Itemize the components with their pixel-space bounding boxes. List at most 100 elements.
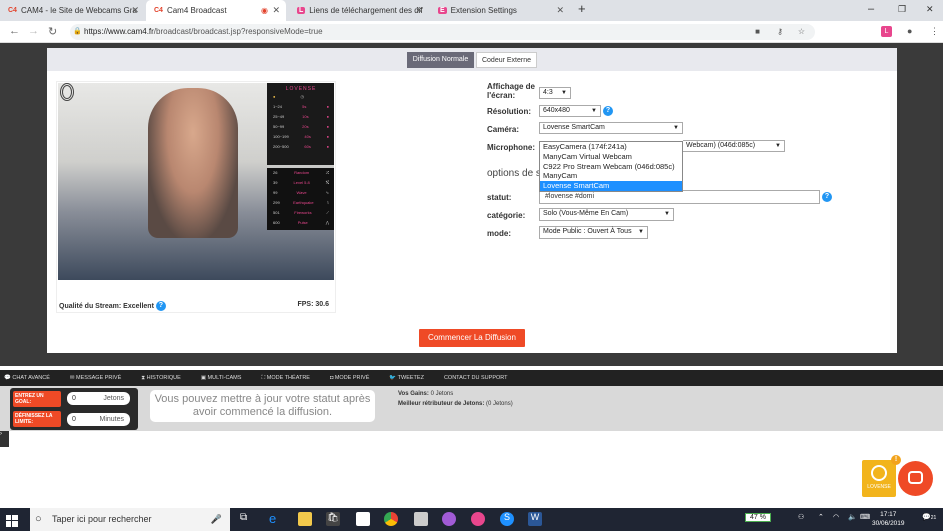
volume-icon[interactable]: 🔈 xyxy=(848,513,857,521)
category-select[interactable]: Solo (Vous-Même En Cam) ▼ xyxy=(539,208,674,221)
lovense-level-row: 100~199 40s ● xyxy=(273,134,329,139)
toolbar-mode-theatre[interactable]: ⛶ MODE THÉATRE xyxy=(261,375,320,382)
skype-icon[interactable]: S xyxy=(500,512,514,526)
edge-icon[interactable]: e xyxy=(269,511,283,526)
chrome-icon[interactable] xyxy=(384,512,398,526)
lovense-app-icon[interactable] xyxy=(471,512,485,526)
camera-dropdown-list[interactable]: EasyCamera (174f:241a) ManyCam Virtual W… xyxy=(539,141,683,192)
camera-option[interactable]: ManyCam Virtual Webcam xyxy=(540,152,682,162)
menu-dots-icon[interactable]: ⋮ xyxy=(930,26,939,37)
app-purple-icon[interactable] xyxy=(442,512,456,526)
toolbar-chat-avance[interactable]: 💬 CHAT AVANCÉ xyxy=(4,375,60,381)
restore-button[interactable]: ❐ xyxy=(898,4,906,15)
url-field[interactable]: 🔒 https://www.cam4.fr/broadcast/broadcas… xyxy=(70,24,815,40)
mode-select[interactable]: Mode Public : Ouvert À Tous ▼ xyxy=(539,226,648,239)
close-tab-icon[interactable]: ✕ xyxy=(556,5,564,16)
status-input[interactable]: #lovense #domi xyxy=(539,190,820,204)
camera-select[interactable]: Lovense SmartCam ▼ xyxy=(539,122,683,134)
gains-info: Vos Gains: 0 Jetons Meilleur rétributeur… xyxy=(398,391,513,407)
close-tab-icon[interactable]: ✕ xyxy=(272,5,280,16)
wifi-icon[interactable]: ◠ xyxy=(833,513,839,521)
url-path: /broadcast/broadcast.jsp?responsiveMode=… xyxy=(153,27,323,36)
camera-option-selected[interactable]: Lovense SmartCam xyxy=(540,181,682,191)
tab-liens[interactable]: L Liens de téléchargement des dif ✕ xyxy=(289,0,429,21)
help-icon[interactable]: ? xyxy=(822,192,832,202)
lovense-special-row: 39 Level 5.8 ⤭ xyxy=(273,180,329,185)
broadcast-panel: Diffusion Normale Codeur Externe LOVENSE… xyxy=(47,48,897,353)
tab-title: Liens de téléchargement des dif xyxy=(309,6,423,15)
calculator-icon[interactable] xyxy=(414,512,428,526)
reload-icon[interactable]: ↻ xyxy=(48,25,57,38)
store-icon[interactable]: 🛍 xyxy=(326,512,340,526)
help-icon[interactable]: ? xyxy=(155,301,166,311)
forward-icon[interactable]: → xyxy=(28,25,39,37)
chevron-down-icon: ▼ xyxy=(673,125,679,131)
status-label: statut: xyxy=(487,193,512,202)
spiral-icon xyxy=(60,83,74,101)
start-broadcast-button[interactable]: Commencer La Diffusion xyxy=(419,329,525,347)
toolbar-tweetez[interactable]: 🐦 TWEETEZ xyxy=(389,375,434,381)
new-tab-button[interactable]: + xyxy=(578,1,586,16)
toolbar-multi-cams[interactable]: ▣ MULTI-CAMS xyxy=(201,375,252,381)
lovense-logo-icon xyxy=(871,465,887,481)
tab-cam4-broadcast[interactable]: C4 Cam4 Broadcast ◉ ✕ xyxy=(146,0,286,21)
task-view-icon[interactable]: ⧉ xyxy=(240,512,254,526)
browser-tab-bar: C4 CAM4 - le Site de Webcams Gra ✕ C4 Ca… xyxy=(0,0,943,21)
cam4-favicon-icon: C4 xyxy=(154,7,163,14)
camera-option[interactable]: C922 Pro Stream Webcam (046d:085c) xyxy=(540,162,682,172)
mode-normal-button[interactable]: Diffusion Normale xyxy=(407,52,474,68)
mode-label: mode: xyxy=(487,229,511,238)
chat-bubble-button[interactable] xyxy=(898,461,933,496)
toolbar-contact-support[interactable]: CONTACT DU SUPPORT xyxy=(444,375,518,381)
file-explorer-icon[interactable] xyxy=(298,512,312,526)
notification-center-icon[interactable]: 💬21 xyxy=(922,513,936,521)
windows-taskbar: ○ Taper ici pour rechercher 🎤 ⧉ e 🛍 S W … xyxy=(0,508,943,531)
lovense-badge[interactable]: LOVENSE xyxy=(862,460,896,497)
toolbar-message-prive[interactable]: ✉ MESSAGE PRIVÉ xyxy=(70,375,131,381)
toolbar-historique[interactable]: ⧗ HISTORIQUE xyxy=(141,375,191,382)
display-label: Affichage de l'écran: xyxy=(487,82,536,100)
battery-indicator[interactable]: 47 % xyxy=(745,513,771,522)
mail-icon[interactable] xyxy=(356,512,370,526)
camera-option[interactable]: EasyCamera (174f:241a) xyxy=(540,142,682,152)
options-title: options de s xyxy=(487,168,541,179)
goal-label: ENTREZ UN GOAL: xyxy=(13,391,61,407)
windows-start-icon[interactable] xyxy=(6,514,18,527)
resolution-select[interactable]: 640x480 ▼ xyxy=(539,105,601,117)
microphone-select[interactable]: Webcam) (046d:085c) ▼ xyxy=(683,140,785,152)
mode-external-button[interactable]: Codeur Externe xyxy=(476,52,537,68)
help-icon[interactable]: ? xyxy=(603,106,613,116)
close-tab-icon[interactable]: ✕ xyxy=(415,5,423,16)
broadcast-toolbar: 💬 CHAT AVANCÉ ✉ MESSAGE PRIVÉ ⧗ HISTORIQ… xyxy=(0,370,943,386)
tab-cam4-home[interactable]: C4 CAM4 - le Site de Webcams Gra ✕ xyxy=(0,0,145,21)
taskbar-clock[interactable]: 17:17 30/06/2019 xyxy=(872,510,905,528)
people-icon[interactable]: ⚇ xyxy=(798,513,804,521)
cam4-favicon-icon: C4 xyxy=(8,7,17,14)
taskbar-search[interactable]: ○ Taper ici pour rechercher 🎤 xyxy=(30,508,230,531)
tab-extension-settings[interactable]: E Extension Settings ✕ xyxy=(430,0,570,21)
back-icon[interactable]: ← xyxy=(9,25,20,37)
recording-icon: ◉ xyxy=(261,6,268,15)
language-icon[interactable]: ⌨ xyxy=(860,513,870,521)
display-ratio-select[interactable]: 4:3 ▼ xyxy=(539,87,571,99)
word-icon[interactable]: W xyxy=(528,512,542,526)
lovense-badge-label: LOVENSE xyxy=(867,484,891,490)
side-collapse-tab[interactable]: › xyxy=(0,431,9,447)
goal-input[interactable]: 0 Jetons xyxy=(67,392,130,405)
minimize-button[interactable]: – xyxy=(868,3,874,15)
camera-indicator-icon[interactable]: ■ xyxy=(755,24,760,40)
key-icon[interactable]: ⚷ xyxy=(777,24,783,40)
camera-label: Caméra: xyxy=(487,125,520,134)
microphone-icon[interactable]: 🎤 xyxy=(211,508,222,531)
close-tab-icon[interactable]: ✕ xyxy=(131,5,139,16)
resolution-label: Résolution: xyxy=(487,107,531,116)
bookmark-star-icon[interactable]: ☆ xyxy=(798,24,805,40)
camera-option[interactable]: ManyCam xyxy=(540,171,682,181)
toolbar-mode-prive[interactable]: ◘ MODE PRIVÉ xyxy=(330,375,379,381)
limit-input[interactable]: 0 Minutes xyxy=(67,413,130,426)
stream-quality: Qualité du Stream: Excellent ? xyxy=(59,301,166,311)
profile-avatar-icon[interactable]: ● xyxy=(907,26,912,36)
lovense-extension-icon[interactable]: L xyxy=(881,26,892,37)
close-window-button[interactable]: ✕ xyxy=(926,4,934,15)
tray-chevron-icon[interactable]: ⌃ xyxy=(818,513,824,521)
